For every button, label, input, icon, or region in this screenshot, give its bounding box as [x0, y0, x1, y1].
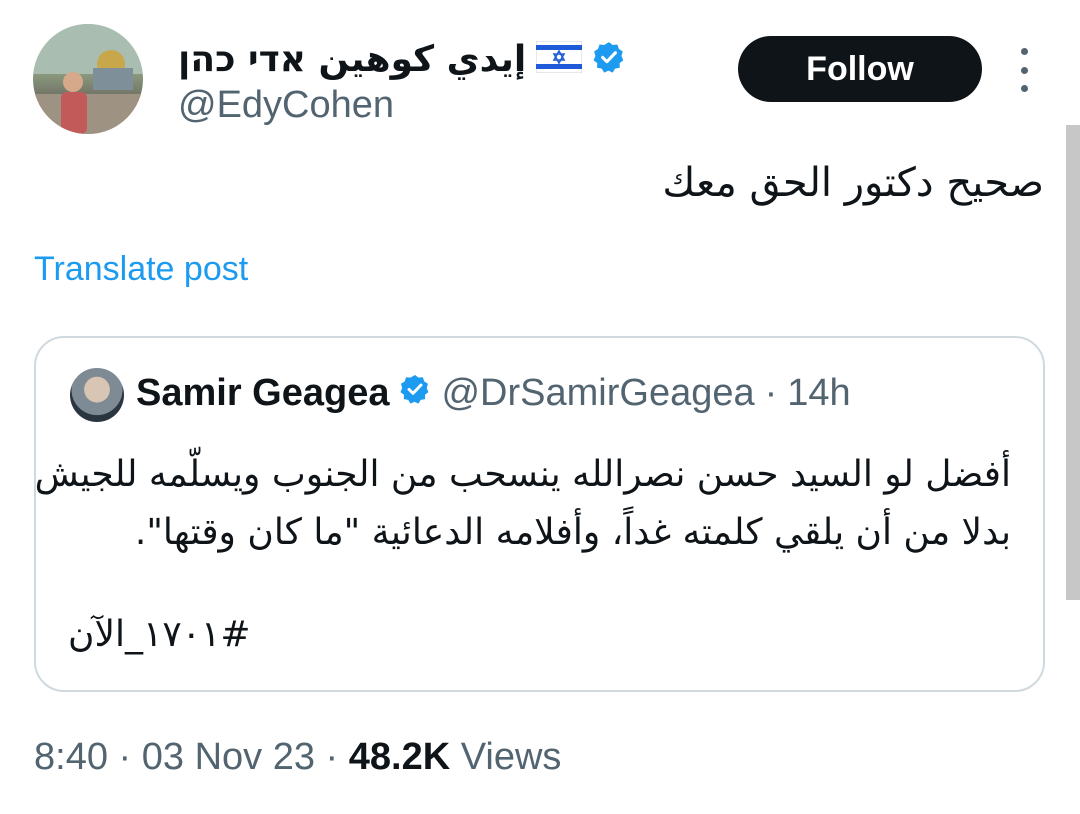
- quoted-tweet-header: Samir Geagea @DrSamirGeagea · 14h: [136, 372, 851, 415]
- scrollbar[interactable]: [1066, 125, 1080, 600]
- verified-badge-icon: [399, 372, 431, 415]
- translate-post-link[interactable]: Translate post: [34, 250, 248, 289]
- quoted-text-line: أفضل لو السيد حسن نصرالله ينسحب من الجنو…: [34, 454, 1011, 495]
- more-dot: [1020, 85, 1028, 92]
- quoted-text-line: بدلا من أن يلقي كلمته غداً، وأفلامه الدع…: [134, 512, 1011, 553]
- more-dot: [1020, 66, 1028, 74]
- footer-separator: ·: [118, 736, 132, 778]
- quoted-tweet-body: أفضل لو السيد حسن نصرالله ينسحب من الجنو…: [34, 446, 1011, 562]
- quoted-author-handle[interactable]: @DrSamirGeagea: [441, 372, 754, 415]
- verified-badge-icon: [592, 40, 626, 79]
- quoted-author-name[interactable]: Samir Geagea: [136, 372, 389, 415]
- follow-button[interactable]: Follow: [738, 36, 982, 102]
- views-label: Views: [460, 736, 562, 778]
- tweet-footer: 8:40 · 03 Nov 23 · 48.2K Views: [34, 736, 561, 779]
- author-name-row: إيدي كوهين אדי כהן: [178, 34, 626, 84]
- israel-flag-icon: [535, 40, 583, 78]
- quoted-tweet-card[interactable]: Samir Geagea @DrSamirGeagea · 14h أفضل ل…: [34, 336, 1045, 692]
- more-dot: [1020, 48, 1028, 55]
- tweet-date[interactable]: 03 Nov 23: [142, 736, 315, 778]
- quoted-timestamp[interactable]: 14h: [787, 372, 850, 415]
- tweet-time[interactable]: 8:40: [34, 736, 108, 778]
- author-handle[interactable]: @EdyCohen: [178, 84, 394, 127]
- author-display-name[interactable]: إيدي كوهين אדי כהן: [178, 39, 526, 80]
- quoted-author-avatar[interactable]: [70, 368, 124, 422]
- footer-separator: ·: [325, 736, 339, 778]
- author-avatar[interactable]: [33, 24, 143, 134]
- meta-separator: ·: [764, 372, 778, 414]
- views-count[interactable]: 48.2K: [349, 736, 450, 778]
- quoted-hashtag[interactable]: #١٧٠١_الآن: [68, 614, 251, 655]
- more-vertical-icon[interactable]: [1010, 48, 1038, 92]
- tweet-text: صحيح دكتور الحق معك: [662, 160, 1044, 206]
